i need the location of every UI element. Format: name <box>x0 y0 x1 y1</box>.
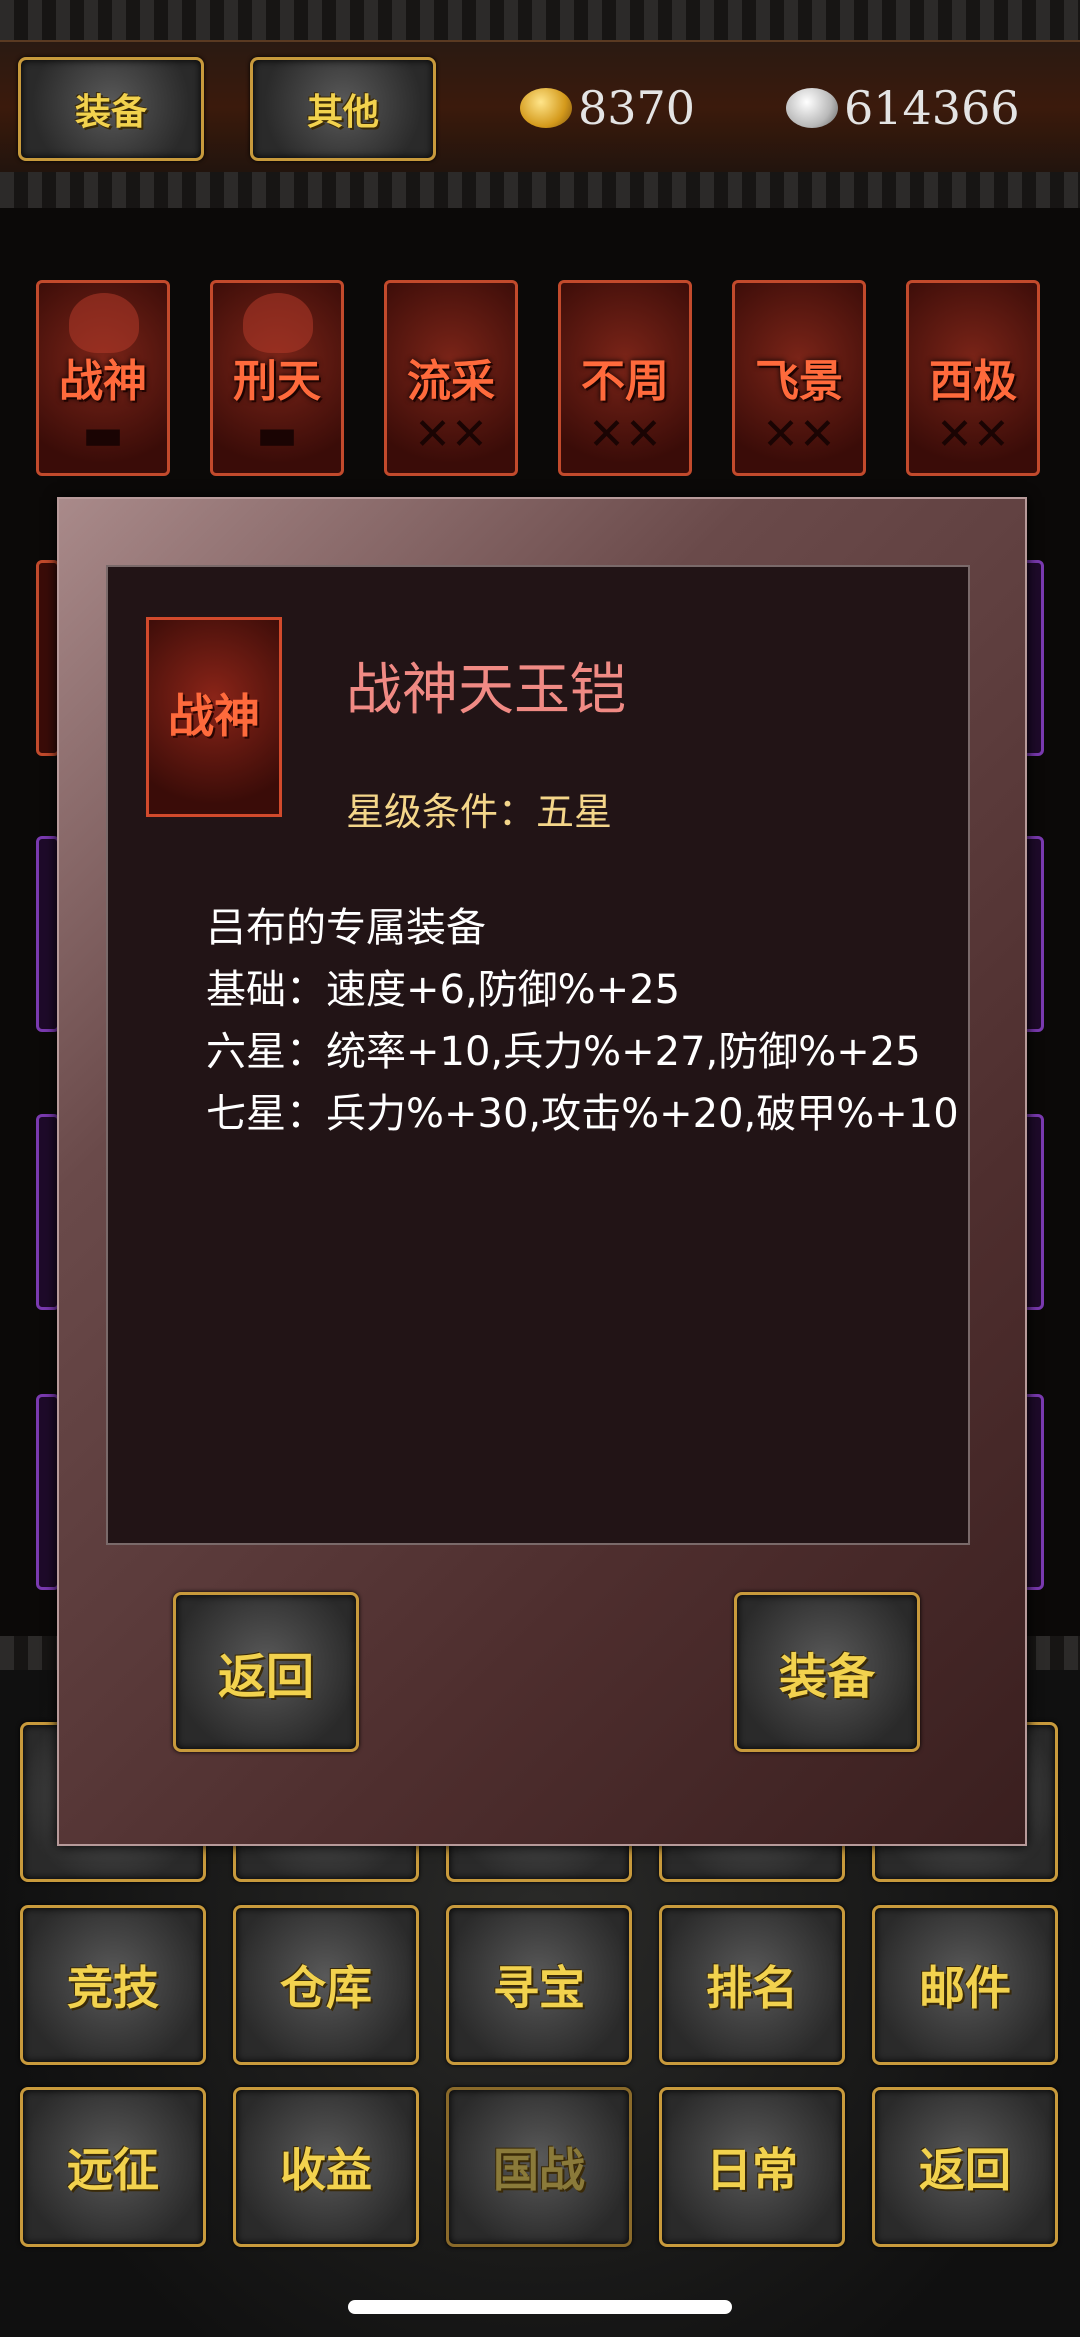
silver-display: 614366 <box>786 78 1020 138</box>
gear-tile-label: 刑天 <box>233 356 321 407</box>
dialog-back-button[interactable]: 返回 <box>173 1592 359 1752</box>
equipment-detail-dialog: 战神 战神天玉铠 星级条件：五星 吕布的专属装备 基础：速度+6,防御%+25 … <box>57 497 1027 1846</box>
menu-warehouse-button[interactable]: 仓库 <box>233 1905 419 2065</box>
dialog-content-panel: 战神 战神天玉铠 星级条件：五星 吕布的专属装备 基础：速度+6,防御%+25 … <box>106 565 970 1545</box>
gear-tile-label: 不周 <box>581 356 669 407</box>
menu-mail-button[interactable]: 邮件 <box>872 1905 1058 2065</box>
crossed-swords-icon: ✕✕ <box>414 409 488 460</box>
tab-equip-button[interactable]: 装备 <box>18 57 204 161</box>
gear-tile-xingtian[interactable]: 刑天 ▬ <box>210 280 344 476</box>
item-icon-label: 战神 <box>168 689 260 743</box>
gear-tile-buzhou[interactable]: 不周 ✕✕ <box>558 280 692 476</box>
gear-tile-label: 西极 <box>929 356 1017 407</box>
gear-tile-liucai[interactable]: 流采 ✕✕ <box>384 280 518 476</box>
item-name: 战神天玉铠 <box>346 658 626 723</box>
crossed-swords-icon: ✕✕ <box>936 409 1010 460</box>
gear-tile-xiji[interactable]: 西极 ✕✕ <box>906 280 1040 476</box>
crossed-swords-icon: ✕✕ <box>762 409 836 460</box>
gear-tile-zhanshen[interactable]: 战神 ▬ <box>36 280 170 476</box>
description-line: 七星：兵力%+30,攻击%+20,破甲%+10 <box>206 1091 959 1137</box>
item-icon: 战神 <box>146 617 282 817</box>
header-bottom-strip <box>0 172 1080 208</box>
gold-display: 8370 <box>520 78 695 138</box>
flame-icon <box>69 293 139 353</box>
gear-tile-label: 战神 <box>59 356 147 407</box>
gold-amount: 8370 <box>578 81 696 135</box>
gear-tile-label: 飞景 <box>755 356 843 407</box>
dialog-equip-button[interactable]: 装备 <box>734 1592 920 1752</box>
flame-icon <box>243 293 313 353</box>
menu-back-button[interactable]: 返回 <box>872 2087 1058 2247</box>
star-requirement: 星级条件：五星 <box>346 790 613 834</box>
menu-expedition-button[interactable]: 远征 <box>20 2087 206 2247</box>
crossed-swords-icon: ✕✕ <box>588 409 662 460</box>
menu-daily-button[interactable]: 日常 <box>659 2087 845 2247</box>
description-line: 六星：统率+10,兵力%+27,防御%+25 <box>206 1029 921 1075</box>
silver-ingot-icon <box>786 88 838 128</box>
menu-treasure-button[interactable]: 寻宝 <box>446 1905 632 2065</box>
gold-ingot-icon <box>520 88 572 128</box>
tab-other-button[interactable]: 其他 <box>250 57 436 161</box>
menu-arena-button[interactable]: 竞技 <box>20 1905 206 2065</box>
top-pattern-strip <box>0 0 1080 40</box>
menu-ranking-button[interactable]: 排名 <box>659 1905 845 2065</box>
gear-tile-label: 流采 <box>407 356 495 407</box>
item-description: 吕布的专属装备 基础：速度+6,防御%+25 六星：统率+10,兵力%+27,防… <box>206 897 959 1145</box>
home-indicator[interactable] <box>348 2300 732 2314</box>
gear-tile-feijing[interactable]: 飞景 ✕✕ <box>732 280 866 476</box>
menu-income-button[interactable]: 收益 <box>233 2087 419 2247</box>
armor-icon: ▬ <box>82 409 124 460</box>
armor-icon: ▬ <box>256 409 298 460</box>
description-line: 基础：速度+6,防御%+25 <box>206 967 681 1013</box>
menu-nationwar-button[interactable]: 国战 <box>446 2087 632 2247</box>
description-line: 吕布的专属装备 <box>206 905 486 951</box>
silver-amount: 614366 <box>844 81 1020 135</box>
